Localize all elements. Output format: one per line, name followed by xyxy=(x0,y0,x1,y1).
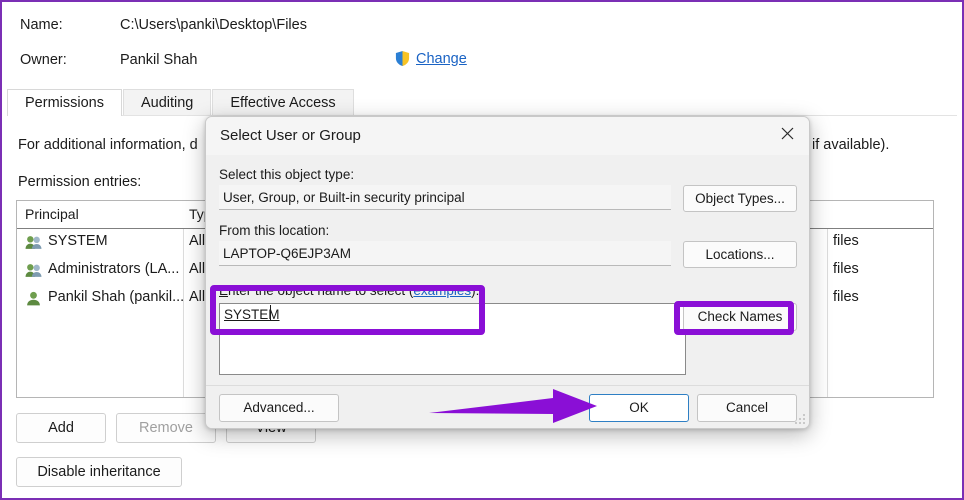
cancel-button[interactable]: Cancel xyxy=(697,394,797,422)
object-name-input-value: SYSTEM xyxy=(224,307,280,322)
ok-button[interactable]: OK xyxy=(589,394,689,422)
cell-applies-to: files xyxy=(833,289,859,305)
cell-applies-to: files xyxy=(833,261,859,277)
object-name-label-pre: nter the object name to select ( xyxy=(228,283,414,298)
group-icon xyxy=(25,236,42,249)
add-button[interactable]: Add xyxy=(16,413,106,443)
object-name-accel: E xyxy=(219,283,229,298)
screenshot-root: Name: C:\Users\panki\Desktop\Files Owner… xyxy=(0,0,964,500)
cell-principal: Administrators (LA... xyxy=(48,261,180,277)
additional-information-text: For additional information, d xyxy=(18,137,198,153)
change-link[interactable]: Change xyxy=(416,51,467,67)
additional-information-text-tail: if available). xyxy=(812,137,890,153)
tab-auditing[interactable]: Auditing xyxy=(122,89,212,116)
name-value: C:\Users\panki\Desktop\Files xyxy=(120,17,307,33)
cell-principal: SYSTEM xyxy=(48,233,108,249)
remove-button: Remove xyxy=(116,413,216,443)
object-name-label: Enter the object name to select (example… xyxy=(219,283,479,298)
object-name-input[interactable]: SYSTEM xyxy=(219,303,686,375)
object-type-label: Select this object type: xyxy=(219,167,355,182)
resize-grip-icon[interactable] xyxy=(794,413,806,425)
cell-applies-to: files xyxy=(833,233,859,249)
object-type-value[interactable]: User, Group, or Built-in security princi… xyxy=(219,185,671,210)
uac-shield-icon xyxy=(395,50,410,67)
location-label: From this location: xyxy=(219,223,330,238)
examples-link[interactable]: examples xyxy=(413,283,471,298)
owner-value: Pankil Shah xyxy=(120,52,198,68)
locations-button[interactable]: Locations... xyxy=(683,241,797,268)
close-icon[interactable] xyxy=(765,117,809,150)
select-user-or-group-dialog: Select User or Group Select this object … xyxy=(205,116,810,429)
user-icon xyxy=(27,291,40,306)
dialog-title-bar: Select User or Group xyxy=(206,117,809,155)
name-label: Name: xyxy=(20,17,63,33)
permission-entries-label: Permission entries: xyxy=(18,174,142,190)
tab-permissions[interactable]: Permissions xyxy=(7,89,122,116)
owner-label: Owner: xyxy=(20,52,67,68)
change-owner-control[interactable]: Change xyxy=(394,50,467,67)
object-name-label-post: ): xyxy=(471,283,480,298)
advanced-button[interactable]: Advanced... xyxy=(219,394,339,422)
cell-principal: Pankil Shah (pankil... xyxy=(48,289,185,305)
disable-inheritance-button[interactable]: Disable inheritance xyxy=(16,457,182,487)
text-caret xyxy=(270,305,271,321)
check-names-button[interactable]: Check Names xyxy=(683,303,797,331)
group-icon xyxy=(25,264,42,277)
tab-strip: Permissions Auditing Effective Access xyxy=(7,88,957,116)
column-header-principal: Principal xyxy=(25,206,79,222)
dialog-title: Select User or Group xyxy=(220,127,361,144)
object-types-button[interactable]: Object Types... xyxy=(683,185,797,212)
location-value[interactable]: LAPTOP-Q6EJP3AM xyxy=(219,241,671,266)
tab-effective-access[interactable]: Effective Access xyxy=(212,89,354,116)
